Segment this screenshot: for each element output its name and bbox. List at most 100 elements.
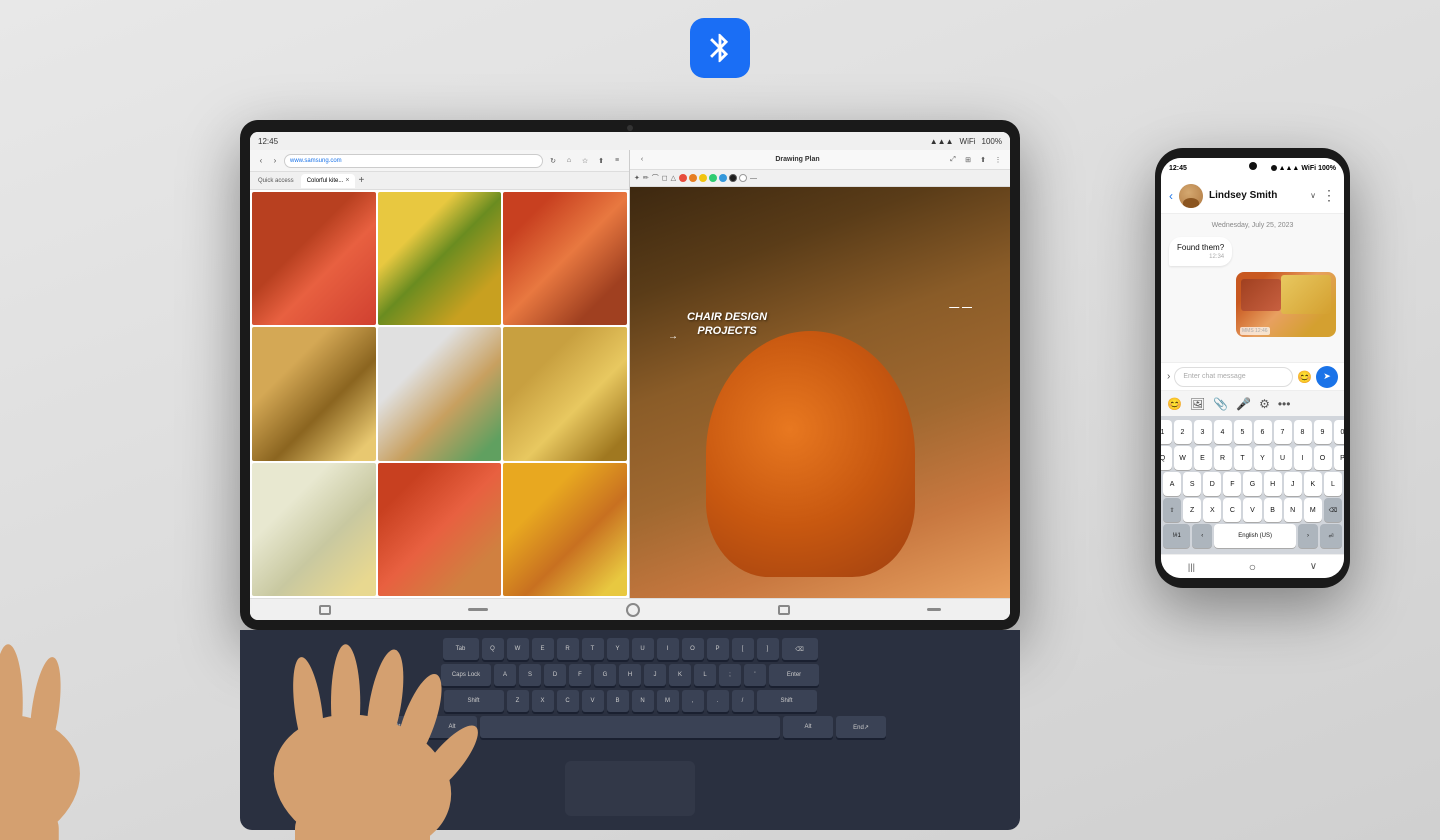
key-backspace[interactable]: ⌫ (782, 638, 818, 660)
tool-shape[interactable]: △ (671, 174, 676, 182)
key-p[interactable]: P (707, 638, 729, 660)
swatch-blue[interactable] (719, 174, 727, 182)
phone-key-5[interactable]: 5 (1234, 420, 1252, 444)
phone-key-6[interactable]: 6 (1254, 420, 1272, 444)
phone-key-p[interactable]: P (1334, 446, 1345, 470)
phone-key-w[interactable]: W (1174, 446, 1192, 470)
phone-back-btn[interactable]: ‹ (1169, 189, 1173, 203)
phone-key-c[interactable]: C (1223, 498, 1241, 522)
key-alt-right[interactable]: Alt (783, 716, 833, 738)
key-comma[interactable]: , (682, 690, 704, 712)
key-o[interactable]: O (682, 638, 704, 660)
drawing-resize-btn[interactable]: ⤢ (947, 155, 959, 165)
browser-refresh-btn[interactable]: ↻ (547, 156, 559, 166)
phone-key-8[interactable]: 8 (1294, 420, 1312, 444)
tool-pen[interactable]: ✏ (643, 174, 649, 182)
key-i[interactable]: I (657, 638, 679, 660)
phone-key-l[interactable]: L (1324, 472, 1342, 496)
key-h[interactable]: H (619, 664, 641, 686)
shortcut-settings-icon[interactable]: ⚙ (1259, 397, 1270, 411)
shortcut-more-icon[interactable]: ••• (1278, 397, 1291, 411)
phone-key-u[interactable]: U (1274, 446, 1292, 470)
key-bracket-open[interactable]: [ (732, 638, 754, 660)
swatch-white[interactable] (739, 174, 747, 182)
phone-key-shift[interactable]: ⇧ (1163, 498, 1181, 522)
phone-key-4[interactable]: 4 (1214, 420, 1232, 444)
phone-key-y[interactable]: Y (1254, 446, 1272, 470)
phone-key-i[interactable]: I (1294, 446, 1312, 470)
phone-key-7[interactable]: 7 (1274, 420, 1292, 444)
key-period[interactable]: . (707, 690, 729, 712)
tool-eraser[interactable]: ◻ (662, 174, 668, 182)
phone-key-3[interactable]: 3 (1194, 420, 1212, 444)
phone-key-x[interactable]: X (1203, 498, 1221, 522)
key-semicolon[interactable]: ; (719, 664, 741, 686)
phone-key-g[interactable]: G (1243, 472, 1261, 496)
swatch-yellow[interactable] (699, 174, 707, 182)
phone-key-enter[interactable]: ⏎ (1320, 524, 1342, 548)
swatch-green[interactable] (709, 174, 717, 182)
browser-bookmark-btn[interactable]: ☆ (579, 156, 591, 166)
tool-select[interactable]: ✦ (634, 174, 640, 182)
shortcut-attach-icon[interactable]: 📎 (1213, 397, 1228, 411)
browser-tab-colorful[interactable]: Colorful kite... × (301, 174, 356, 188)
phone-key-z[interactable]: Z (1183, 498, 1201, 522)
phone-key-f[interactable]: F (1223, 472, 1241, 496)
browser-tab-quick-access[interactable]: Quick access (254, 178, 298, 184)
key-end[interactable]: End↗ (836, 716, 886, 738)
phone-nav-hide[interactable]: ∨ (1310, 561, 1317, 572)
phone-key-prev[interactable]: ‹ (1192, 524, 1212, 548)
phone-key-k[interactable]: K (1304, 472, 1322, 496)
swatch-red[interactable] (679, 174, 687, 182)
phone-key-symbols[interactable]: !#1 (1163, 524, 1190, 548)
phone-key-1[interactable]: 1 (1161, 420, 1172, 444)
phone-send-btn[interactable]: ➤ (1316, 366, 1338, 388)
key-bracket-close[interactable]: ] (757, 638, 779, 660)
browser-url-bar[interactable]: www.samsung.com (284, 154, 543, 168)
key-m[interactable]: M (657, 690, 679, 712)
phone-emoji-btn[interactable]: 😊 (1297, 370, 1312, 384)
phone-key-backspace[interactable]: ⌫ (1324, 498, 1342, 522)
phone-key-2[interactable]: 2 (1174, 420, 1192, 444)
swatch-orange[interactable] (689, 174, 697, 182)
shortcut-mic-icon[interactable]: 🎤 (1236, 397, 1251, 411)
key-k[interactable]: K (669, 664, 691, 686)
key-quote[interactable]: ' (744, 664, 766, 686)
browser-back-btn[interactable]: ‹ (256, 156, 266, 166)
tool-brush[interactable]: ⌒ (652, 173, 659, 183)
phone-key-s[interactable]: S (1183, 472, 1201, 496)
browser-tab-close-btn[interactable]: × (345, 177, 349, 184)
swatch-black[interactable] (729, 174, 737, 182)
tablet-nav-square[interactable] (778, 605, 790, 615)
key-enter[interactable]: Enter (769, 664, 819, 686)
phone-dropdown-btn[interactable]: ∨ (1310, 191, 1316, 200)
phone-key-q[interactable]: Q (1161, 446, 1172, 470)
browser-tab-new-btn[interactable]: + (358, 175, 364, 186)
drawing-grid-btn[interactable]: ⊞ (962, 155, 974, 165)
drawing-share-btn[interactable]: ⬆ (977, 155, 989, 165)
phone-key-a[interactable]: A (1163, 472, 1181, 496)
phone-key-n[interactable]: N (1284, 498, 1302, 522)
phone-key-r[interactable]: R (1214, 446, 1232, 470)
tool-line[interactable]: — (750, 175, 757, 182)
phone-key-d[interactable]: D (1203, 472, 1221, 496)
key-j[interactable]: J (644, 664, 666, 686)
phone-key-m[interactable]: M (1304, 498, 1322, 522)
phone-key-o[interactable]: O (1314, 446, 1332, 470)
tablet-nav-home[interactable] (626, 603, 640, 617)
key-slash[interactable]: / (732, 690, 754, 712)
key-shift-right[interactable]: Shift (757, 690, 817, 712)
phone-key-next[interactable]: › (1298, 524, 1318, 548)
phone-key-e[interactable]: E (1194, 446, 1212, 470)
phone-key-b[interactable]: B (1264, 498, 1282, 522)
drawing-back-btn[interactable]: ‹ (636, 155, 648, 165)
phone-expand-btn[interactable]: › (1167, 371, 1170, 382)
phone-key-9[interactable]: 9 (1314, 420, 1332, 444)
phone-input-field[interactable]: Enter chat message (1174, 367, 1293, 387)
shortcut-gif-icon[interactable]: 🖼 (1190, 397, 1205, 411)
browser-share-btn[interactable]: ⬆ (595, 156, 607, 166)
phone-more-btn[interactable]: ⋮ (1322, 187, 1336, 204)
browser-menu-btn[interactable]: ≡ (611, 156, 623, 166)
browser-home-btn[interactable]: ⌂ (563, 156, 575, 166)
phone-key-v[interactable]: V (1243, 498, 1261, 522)
